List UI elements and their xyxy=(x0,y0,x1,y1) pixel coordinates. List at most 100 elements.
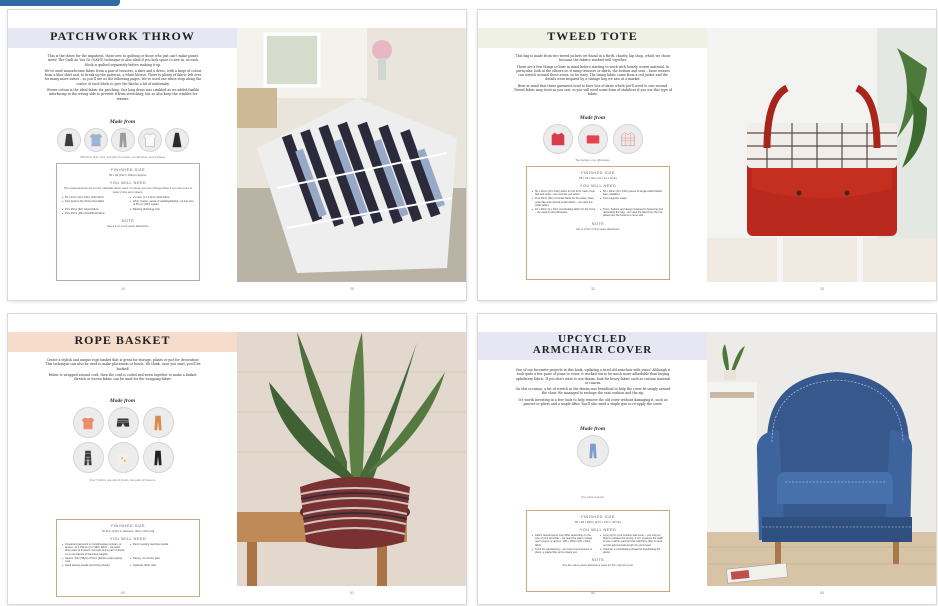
finished-size-heading: FINISHED SIZE xyxy=(111,523,145,528)
spread-patchwork-throw[interactable]: PATCHWORK THROW This is the throw for th… xyxy=(8,10,466,300)
list-item: Long zip for your cushion pad cover – yo… xyxy=(600,534,664,547)
intro-paragraph: Woven cotton is the ideal fabric for pat… xyxy=(46,88,200,101)
red-jacket-icon xyxy=(542,124,573,154)
list-item: Two magnetic snaps xyxy=(600,197,664,207)
materials-box: FINISHED SIZE 28 x 28 x 8cm (11 x 11 x 3… xyxy=(526,166,670,280)
list-item: Trims, buttons and design features for f… xyxy=(600,208,664,218)
black-trousers-icon xyxy=(142,442,174,473)
finished-size-heading: FINISHED SIZE xyxy=(111,167,145,172)
intro-text: This is the throw for the impatient, tho… xyxy=(44,54,202,103)
page-tweed-photo xyxy=(707,10,936,300)
page-number-left: 84 xyxy=(591,591,595,595)
page-number-left: 32 xyxy=(591,287,595,291)
note-text: Use the same seam allowance used for the… xyxy=(562,563,634,568)
patchwork-throw-photo xyxy=(237,28,466,282)
you-will-need-heading: YOU WILL NEED xyxy=(579,183,617,188)
note-text: Use a 1cm (¾in) seam allowance. xyxy=(106,224,150,229)
page-rope-text: ROPE BASKET Create a stylish and unique … xyxy=(8,314,237,604)
materials-list: Fabric requirements may differ depending… xyxy=(532,534,664,554)
coral-tshirt-icon xyxy=(72,407,104,438)
garment-icons xyxy=(8,128,237,152)
list-item: Backing (finishing) strip xyxy=(130,208,194,211)
skirt-icon xyxy=(56,128,81,152)
materials-list: Unwanted garments in complimentary colou… xyxy=(62,543,194,568)
list-item: Denim sewing machine needle xyxy=(130,543,194,556)
materials-box: FINISHED SIZE 32.5cm (13in) in diameter,… xyxy=(56,519,200,597)
page-title: UPCYCLED ARMCHAIR COVER xyxy=(478,334,707,356)
intro-paragraph: This bag is made from two tweed jackets … xyxy=(515,54,671,63)
page-title-line: ARMCHAIR COVER xyxy=(532,344,653,356)
page-number-right: 25 xyxy=(350,287,354,291)
dress-icon xyxy=(164,128,189,152)
page-title: PATCHWORK THROW xyxy=(50,29,195,43)
intro-paragraph: There are a few things to bear in mind b… xyxy=(516,64,670,82)
shorts-icon xyxy=(107,407,139,438)
finished-size-value: 28 x 28 x 8cm (11 x 11 x 3¼in) xyxy=(579,176,617,180)
made-from-caption: Five pairs of jeans xyxy=(581,495,604,499)
page-number-right: 33 xyxy=(820,287,824,291)
page-armchair-text: UPCYCLED ARMCHAIR COVER One of our favou… xyxy=(478,314,707,604)
orange-trousers-icon xyxy=(142,407,174,438)
list-item: Strong, mm brown glue xyxy=(130,557,194,563)
list-item: Unwanted garments in complimentary colou… xyxy=(62,543,126,556)
spread-upcycled-armchair[interactable]: UPCYCLED ARMCHAIR COVER One of our favou… xyxy=(478,314,936,604)
you-will-need-text: The measurements are for the materials a… xyxy=(63,186,193,194)
finished-size-heading: FINISHED SIZE xyxy=(581,170,615,175)
finished-size-value: 32.5cm (13in) in diameter, 30cm (12in) t… xyxy=(101,529,155,533)
intro-paragraph: It's worth investing in a few tools to h… xyxy=(518,397,668,407)
white-blouse-icon xyxy=(137,128,162,152)
page-tweed-text: TWEED TOTE This bag is made from two twe… xyxy=(478,10,707,300)
page-title: TWEED TOTE xyxy=(547,29,638,43)
finished-size-heading: FINISHED SIZE xyxy=(581,514,615,519)
finished-size-value: 80 x 80 x 80cm (31½ x 31½ x 31½in) xyxy=(574,520,622,524)
intro-paragraph: Bear in mind that these garments tend to… xyxy=(514,83,672,97)
page-number-right: 85 xyxy=(820,591,824,595)
intro-text: Create a stylish and unique rope basket … xyxy=(44,358,202,383)
page-rope-photo xyxy=(237,314,466,604)
list-item: Optional: a coordinating thread for tops… xyxy=(600,548,664,554)
list-item: 50 x 40cm (20 x 16in) pieces of single-s… xyxy=(600,190,664,196)
list-item: 16 x 40cm (6 x 16in) coordinating fabric… xyxy=(532,208,596,218)
list-item: 50 x 41cm (20 x 16in) fabric for the fro… xyxy=(532,190,596,196)
armchair-photo xyxy=(707,332,936,586)
top-accent-bar xyxy=(0,0,120,6)
blue-shirt-icon xyxy=(83,128,108,152)
rope-basket-photo xyxy=(237,332,466,586)
page-number-left: 24 xyxy=(121,287,125,291)
note-heading: NOTE xyxy=(591,220,605,226)
you-will-need-heading: YOU WILL NEED xyxy=(579,527,617,532)
jeans-icon xyxy=(576,435,609,467)
list-item: Hand sewing needle and strong thread xyxy=(62,564,126,567)
tweed-tote-photo xyxy=(707,28,936,282)
list-item: Pins 53cm (21in) contrast fabric for the… xyxy=(532,197,596,207)
list-item: Pins 45cm (18in) black/floral fabric xyxy=(62,212,126,215)
list-item: 2 x 3cm (1 x 2.6cm) white fabric xyxy=(130,196,194,199)
intro-paragraph: We've used monochrome fabric from a pair… xyxy=(44,68,202,86)
note-heading: NOTE xyxy=(591,557,605,563)
made-from-label: Made from xyxy=(109,119,136,125)
spread-rope-basket[interactable]: ROPE BASKET Create a stylish and unique … xyxy=(8,314,466,604)
pillowcase-icon xyxy=(577,124,608,154)
intro-text: This bag is made from two tweed jackets … xyxy=(514,54,672,99)
check-jacket-icon xyxy=(612,124,643,154)
intro-paragraph: Create a stylish and unique rope basket … xyxy=(45,358,201,371)
spread-tweed-tote[interactable]: TWEED TOTE This bag is made from two twe… xyxy=(478,10,936,300)
list-item: Pins 15cm (6in) striped fabric xyxy=(62,208,126,211)
materials-list: 50 x 41cm (20 x 16in) fabric for the fro… xyxy=(532,190,664,218)
materials-list: 50 x 37cm (20 x 15in) white fabric 2 x 3… xyxy=(62,196,194,215)
intro-text: One of our favourite projects in this bo… xyxy=(514,368,672,408)
list-item: Wool, Cotton, gauze of wadding/batting, … xyxy=(130,200,194,206)
note-text: Use a 1.5cm (½in) seam allowance. xyxy=(575,226,621,231)
page-patchwork-text: PATCHWORK THROW This is the throw for th… xyxy=(8,10,237,300)
made-from-caption: Shirt from shirt, mint, and pair of trou… xyxy=(80,155,165,159)
you-will-need-heading: YOU WILL NEED xyxy=(109,180,147,185)
page-number-left: 60 xyxy=(121,591,125,595)
materials-box: FINISHED SIZE 80 x 80 x 80cm (31½ x 31½ … xyxy=(526,510,670,592)
finished-size-value: 60 x 60 (152 x 152cm) approx. xyxy=(109,173,147,177)
page-patchwork-photo xyxy=(237,10,466,300)
intro-paragraph: On this occasion, a bit of stretch in th… xyxy=(515,387,671,396)
made-from-caption: Two jackets, one pillowcase xyxy=(575,158,610,162)
made-from-caption: Four T-shirts, one pair of shorts, two p… xyxy=(89,478,156,482)
list-item: Fabric requirements may differ depending… xyxy=(532,534,596,547)
garment-icons xyxy=(478,124,707,154)
